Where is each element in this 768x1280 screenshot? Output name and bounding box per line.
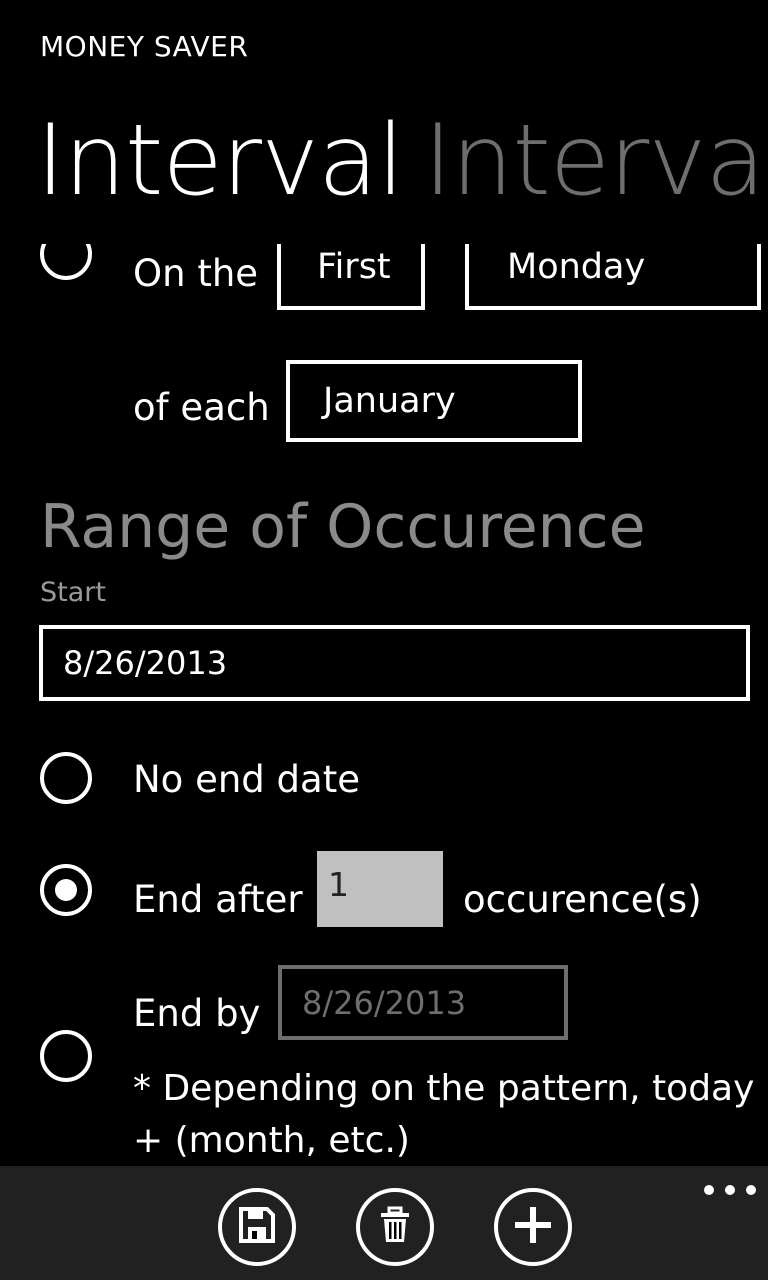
occurrences-suffix: occurence(s) [463, 878, 702, 921]
occurrences-input[interactable]: 1 [317, 851, 443, 927]
start-date-picker[interactable]: 8/26/2013 [39, 625, 750, 701]
application-bar [0, 1166, 768, 1280]
start-label: Start [40, 577, 106, 608]
radio-end-by[interactable] [40, 1030, 92, 1082]
weekday-picker[interactable]: Monday [465, 244, 761, 310]
section-title-range: Range of Occurence [40, 492, 646, 562]
no-end-date-label: No end date [133, 758, 360, 801]
of-each-label: of each [133, 386, 270, 429]
pivot-item-interval[interactable]: Interval [36, 104, 404, 218]
trash-icon [375, 1205, 415, 1249]
more-dot [704, 1185, 714, 1195]
ordinal-picker[interactable]: First [277, 244, 425, 310]
radio-selected-dot [55, 879, 77, 901]
end-by-label: End by [133, 992, 261, 1035]
radio-no-end-date[interactable] [40, 752, 92, 804]
end-by-note-line2: + (month, etc.) [133, 1120, 410, 1161]
radio-end-after[interactable] [40, 864, 92, 916]
save-icon [237, 1205, 277, 1249]
radio-on-the[interactable] [40, 244, 92, 280]
more-icon[interactable] [704, 1180, 756, 1200]
add-button[interactable] [494, 1188, 572, 1266]
pivot-header: Interval Interval [36, 104, 768, 218]
delete-button[interactable] [356, 1188, 434, 1266]
on-the-label: On the [133, 252, 259, 295]
end-by-date-picker[interactable]: 8/26/2013 [278, 965, 568, 1040]
scroll-content[interactable]: On the First Monday of each January Rang… [0, 244, 768, 1166]
pivot-item-next[interactable]: Interval [423, 104, 768, 218]
end-after-label: End after [133, 878, 303, 921]
more-dot [746, 1185, 756, 1195]
more-dot [725, 1185, 735, 1195]
month-picker[interactable]: January [286, 360, 582, 442]
save-button[interactable] [218, 1188, 296, 1266]
plus-icon [511, 1203, 555, 1251]
app-title: MONEY SAVER [40, 30, 249, 63]
end-by-note-line1: * Depending on the pattern, today [133, 1068, 755, 1109]
